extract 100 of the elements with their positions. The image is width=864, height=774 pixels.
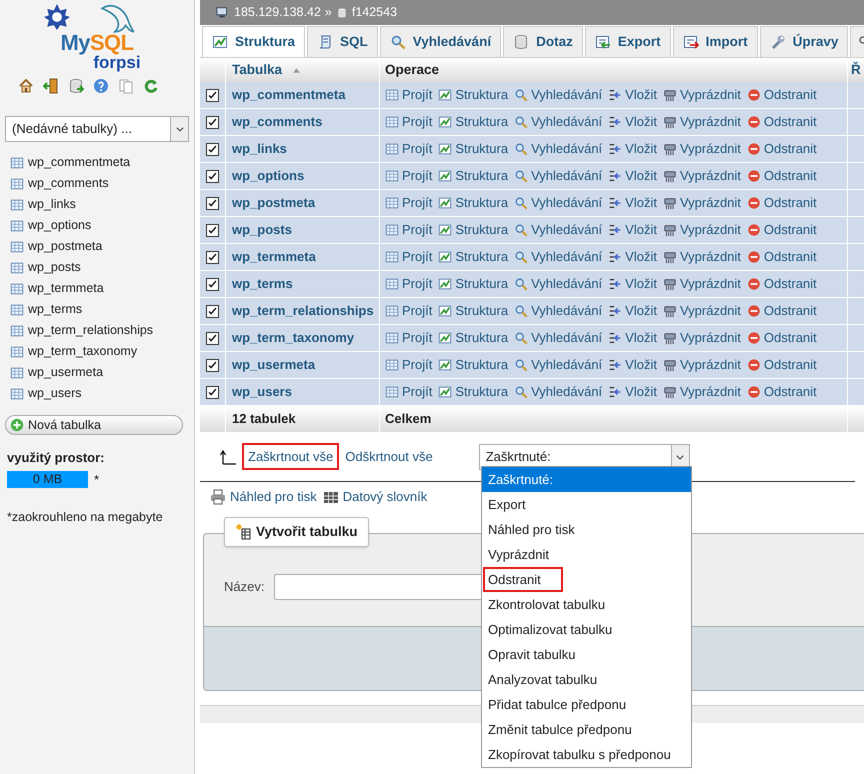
action-link[interactable]: Vložit <box>608 193 657 213</box>
action-link[interactable]: Odstranit <box>746 220 817 240</box>
database-link[interactable]: f142543 <box>352 3 398 22</box>
action-link[interactable]: Projít <box>385 85 432 105</box>
action-link[interactable]: Vložit <box>608 220 657 240</box>
action-link[interactable]: Vyhledávání <box>514 301 602 321</box>
checkbox[interactable] <box>206 196 219 210</box>
action-link[interactable]: Vyprázdnit <box>662 328 741 348</box>
action-link[interactable]: Vyhledávání <box>514 328 602 348</box>
action-link[interactable]: Vyhledávání <box>514 193 602 213</box>
action-link[interactable]: Struktura <box>438 139 508 159</box>
table-link[interactable]: wp_usermeta <box>28 363 104 382</box>
action-link[interactable]: Vyprázdnit <box>662 85 741 105</box>
action-link[interactable]: Vložit <box>608 166 657 186</box>
action-link[interactable]: Projít <box>385 274 432 294</box>
action-link[interactable]: Projít <box>385 166 432 186</box>
action-link[interactable]: Struktura <box>438 274 508 294</box>
column-header[interactable]: Ř <box>848 58 864 82</box>
action-link[interactable]: Struktura <box>438 85 508 105</box>
table-name-link[interactable]: wp_term_relationships <box>232 301 374 321</box>
tab[interactable]: Export <box>584 26 671 57</box>
action-link[interactable]: Projít <box>385 382 432 402</box>
dropdown-option[interactable]: Export <box>482 492 691 517</box>
action-link[interactable]: Odstranit <box>746 247 817 267</box>
dropdown-option[interactable]: Vyprázdnit <box>482 542 691 567</box>
table-name-link[interactable]: wp_postmeta <box>232 193 316 213</box>
new-table-button[interactable]: Nová tabulka <box>5 415 183 435</box>
tab[interactable]: Import <box>672 26 758 57</box>
tab[interactable]: Vyhledávání <box>380 26 502 57</box>
action-link[interactable]: Projít <box>385 328 432 348</box>
action-link[interactable]: Vložit <box>608 112 657 132</box>
action-link[interactable]: Odstranit <box>746 85 817 105</box>
tab[interactable]: SQL <box>307 26 378 57</box>
table-name-link[interactable]: wp_terms <box>232 274 293 294</box>
tab[interactable]: Dotaz <box>503 26 583 57</box>
table-name-link[interactable]: wp_links <box>232 139 287 159</box>
dropdown-option[interactable]: Přidat tabulce předponu <box>482 692 691 717</box>
action-link[interactable]: Struktura <box>438 382 508 402</box>
action-link[interactable]: Projít <box>385 247 432 267</box>
print-view-link[interactable]: Náhled pro tisk <box>230 486 317 506</box>
data-dictionary-link[interactable]: Datový slovník <box>342 486 428 506</box>
action-link[interactable]: Odstranit <box>746 139 817 159</box>
action-link[interactable]: Struktura <box>438 328 508 348</box>
table-link[interactable]: wp_users <box>28 384 82 403</box>
action-link[interactable]: Vložit <box>608 85 657 105</box>
action-link[interactable]: Odstranit <box>746 166 817 186</box>
action-link[interactable]: Vyhledávání <box>514 247 602 267</box>
table-link[interactable]: wp_termmeta <box>28 279 104 298</box>
table-link[interactable]: wp_commentmeta <box>28 153 130 172</box>
checkbox[interactable] <box>206 304 219 318</box>
checkbox[interactable] <box>206 116 219 128</box>
action-link[interactable]: Projít <box>385 139 432 159</box>
tab[interactable]: Úpravy <box>760 26 848 57</box>
table-link[interactable]: wp_term_taxonomy <box>28 342 138 361</box>
action-link[interactable]: Vyhledávání <box>514 85 602 105</box>
dropdown-option[interactable]: Analyzovat tabulku <box>482 667 691 692</box>
action-link[interactable]: Odstranit <box>746 355 817 375</box>
action-link[interactable]: Vyprázdnit <box>662 166 741 186</box>
table-name-link[interactable]: wp_comments <box>232 112 322 132</box>
table-link[interactable]: wp_terms <box>28 300 82 319</box>
action-link[interactable]: Vyhledávání <box>514 166 602 186</box>
dropdown-option[interactable]: Zaškrtnuté: <box>482 467 691 492</box>
action-link[interactable]: Vyprázdnit <box>662 301 741 321</box>
action-link[interactable]: Struktura <box>438 220 508 240</box>
action-link[interactable]: Projít <box>385 355 432 375</box>
action-link[interactable]: Struktura <box>438 193 508 213</box>
action-link[interactable]: Vyhledávání <box>514 139 602 159</box>
action-link[interactable]: Odstranit <box>746 193 817 213</box>
action-link[interactable]: Vyhledávání <box>514 355 602 375</box>
checkbox[interactable] <box>206 332 219 344</box>
action-link[interactable]: Vyprázdnit <box>662 274 741 294</box>
action-link[interactable]: Odstranit <box>746 274 817 294</box>
checkbox[interactable] <box>206 142 219 156</box>
table-link[interactable]: wp_term_relationships <box>28 321 154 340</box>
action-link[interactable]: Struktura <box>438 301 508 321</box>
table-link[interactable]: wp_links <box>28 195 76 214</box>
table-link[interactable]: wp_posts <box>28 258 81 277</box>
action-link[interactable]: Vyprázdnit <box>662 220 741 240</box>
action-link[interactable]: Vložit <box>608 274 657 294</box>
dropdown-option[interactable]: Náhled pro tisk <box>482 517 691 542</box>
table-link[interactable]: wp_comments <box>28 174 109 193</box>
checkbox[interactable] <box>206 250 219 264</box>
checkbox[interactable] <box>206 224 219 236</box>
dropdown-option[interactable]: Změnit tabulce předponu <box>482 717 691 742</box>
dropdown-option[interactable]: Zkopírovat tabulku s předponou <box>482 742 691 767</box>
checkbox[interactable] <box>206 358 219 372</box>
dropdown-option[interactable]: Optimalizovat tabulku <box>482 617 691 642</box>
checkbox[interactable] <box>206 170 219 182</box>
action-link[interactable]: Odstranit <box>746 112 817 132</box>
action-link[interactable]: Vyhledávání <box>514 382 602 402</box>
action-link[interactable]: Vyprázdnit <box>662 247 741 267</box>
table-name-link[interactable]: wp_commentmeta <box>232 85 346 105</box>
action-link[interactable]: Vyprázdnit <box>662 193 741 213</box>
action-link[interactable]: Vyprázdnit <box>662 355 741 375</box>
action-link[interactable]: Vložit <box>608 301 657 321</box>
checkbox[interactable] <box>206 278 219 290</box>
table-link[interactable]: wp_options <box>28 216 92 235</box>
checkbox[interactable] <box>206 386 219 398</box>
action-link[interactable]: Projít <box>385 301 432 321</box>
table-name-link[interactable]: wp_term_taxonomy <box>232 328 354 348</box>
